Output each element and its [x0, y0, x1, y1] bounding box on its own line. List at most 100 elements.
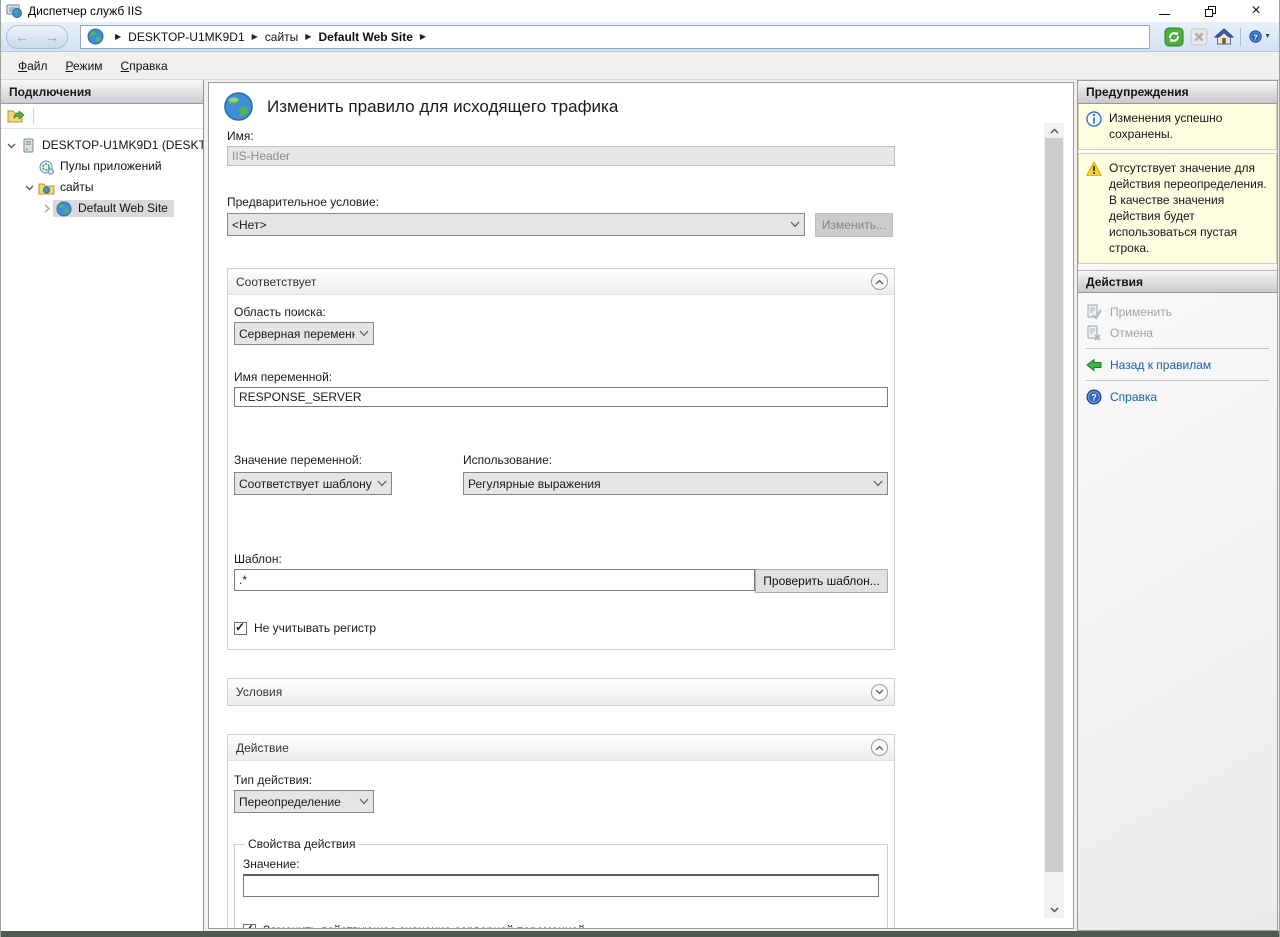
svg-text:?: ? [1091, 392, 1097, 402]
menu-bar: Файл Режим Справка [1, 52, 1279, 80]
scroll-up-icon[interactable] [1044, 123, 1064, 139]
connections-tree: DESKTOP-U1MK9D1 (DESKTOP Пулы приложений [1, 129, 203, 219]
address-toolbar: ? ▼ [1160, 27, 1271, 47]
refresh-icon [1164, 27, 1184, 47]
action-properties-group: Свойства действия Значение: Заменить дей… [234, 837, 888, 929]
back-to-rules-action[interactable]: Назад к правилам [1086, 354, 1271, 375]
actions-separator [1086, 380, 1269, 381]
ignore-case-checkbox[interactable] [234, 622, 247, 635]
collapse-expander-icon[interactable] [23, 181, 35, 195]
pattern-input[interactable]: .* [234, 569, 755, 591]
tree-item-label[interactable]: Default Web Site [76, 200, 172, 217]
conditions-section-header[interactable]: Условия [228, 679, 894, 705]
conditions-section-title: Условия [236, 685, 871, 699]
tree-item-server[interactable]: DESKTOP-U1MK9D1 (DESKTOP [1, 135, 203, 156]
breadcrumb-item-current[interactable]: Default Web Site [318, 30, 412, 44]
menu-view[interactable]: Режим [57, 55, 112, 77]
breadcrumb-item-server[interactable]: DESKTOP-U1MK9D1 [128, 30, 244, 44]
toolbar-separator [33, 108, 34, 124]
test-pattern-button[interactable]: Проверить шаблон... [755, 569, 888, 593]
replace-label: Заменить действующее значение серверной … [263, 923, 585, 929]
name-input: IIS-Header [227, 146, 895, 166]
menu-help[interactable]: Справка [112, 55, 177, 77]
window-bottom-edge [1, 931, 1279, 937]
chevron-down-icon [873, 480, 883, 487]
using-select[interactable]: Регулярные выражения [463, 472, 888, 495]
match-section-body: Область поиска: Серверная переменн Имя п… [228, 305, 894, 635]
replace-checkrow[interactable]: Заменить действующее значение серверной … [243, 923, 879, 929]
breadcrumb[interactable]: ▶ DESKTOP-U1MK9D1 ▶ сайты ▶ Default Web … [80, 25, 1150, 49]
value-input[interactable] [243, 874, 879, 897]
match-section: Соответствует Область поиска: Серверная … [227, 268, 895, 650]
actions-header: Действия [1078, 270, 1277, 293]
help-action[interactable]: ? Справка [1086, 386, 1271, 407]
cancel-icon [1086, 325, 1102, 341]
scope-select[interactable]: Серверная переменн [234, 322, 374, 345]
warning-notice: Отсутствует значение для действия переоп… [1078, 153, 1277, 264]
back-icon[interactable]: ← [15, 30, 29, 44]
help-icon: ? [1086, 389, 1102, 405]
help-label[interactable]: Справка [1110, 390, 1157, 404]
warning-icon [1086, 161, 1102, 177]
refresh-button[interactable] [1163, 27, 1185, 47]
tree-item-app-pools[interactable]: Пулы приложений [1, 156, 203, 177]
action-properties-legend: Свойства действия [245, 837, 358, 851]
collapse-expander-icon[interactable] [5, 139, 17, 153]
variable-value-select[interactable]: Соответствует шаблону [234, 472, 392, 495]
info-icon [1086, 111, 1102, 127]
action-section-body: Тип действия: Переопределение Свойства д… [228, 773, 894, 929]
back-to-rules-label[interactable]: Назад к правилам [1110, 358, 1211, 372]
scrollbar-thumb[interactable] [1045, 138, 1063, 872]
tree-item-default-web-site[interactable]: Default Web Site [1, 198, 203, 219]
close-button[interactable]: × [1233, 0, 1279, 22]
selected-tree-row[interactable]: Default Web Site [53, 200, 174, 217]
menu-file[interactable]: Файл [9, 55, 57, 77]
restore-icon [1205, 6, 1216, 17]
variable-name-input[interactable]: RESPONSE_SERVER [234, 387, 888, 407]
match-section-title: Соответствует [236, 275, 871, 289]
rule-form: Имя: IIS-Header Предварительное условие:… [227, 127, 895, 929]
action-type-select[interactable]: Переопределение [234, 790, 374, 813]
actions-list: Применить Отмена Назад к правилам [1078, 293, 1277, 413]
tree-item-label[interactable]: DESKTOP-U1MK9D1 (DESKTOP [40, 137, 204, 154]
warning-notice-text: Отсутствует значение для действия переоп… [1109, 160, 1270, 256]
action-section-header[interactable]: Действие [228, 735, 894, 761]
site-globe-icon [56, 201, 73, 217]
ignore-case-checkrow[interactable]: Не учитывать регистр [234, 621, 888, 635]
stop-icon [1190, 28, 1208, 46]
expand-icon[interactable] [41, 202, 53, 216]
vertical-scrollbar[interactable] [1044, 123, 1064, 918]
iis-manager-window: Диспетчер служб IIS × ← → ▶ DESKTOP-U1MK… [0, 0, 1280, 937]
edit-outbound-rule-panel: Изменить правило для исходящего трафика … [208, 82, 1074, 929]
match-section-header[interactable]: Соответствует [228, 269, 894, 295]
tree-item-sites[interactable]: сайты [1, 177, 203, 198]
collapse-up-icon[interactable] [871, 273, 888, 290]
scroll-down-icon[interactable] [1044, 902, 1064, 918]
chevron-down-icon [359, 798, 369, 805]
tree-item-label[interactable]: сайты [58, 179, 98, 196]
collapse-up-icon[interactable] [871, 739, 888, 756]
pattern-label: Шаблон: [234, 552, 888, 566]
breadcrumb-separator-icon: ▶ [420, 32, 426, 41]
tree-item-label[interactable]: Пулы приложений [58, 158, 166, 175]
close-icon: × [1251, 2, 1260, 20]
restore-button[interactable] [1187, 0, 1233, 22]
forward-icon[interactable]: → [45, 30, 59, 44]
breadcrumb-item-sites[interactable]: сайты [265, 30, 299, 44]
actions-separator [1086, 348, 1269, 349]
help-button[interactable]: ? ▼ [1249, 27, 1271, 47]
save-connection-icon [7, 108, 25, 124]
back-arrow-icon [1086, 357, 1102, 373]
chevron-down-icon [359, 330, 369, 337]
expand-down-icon[interactable] [871, 684, 888, 701]
home-button[interactable] [1213, 27, 1235, 47]
variable-name-label: Имя переменной: [234, 370, 888, 384]
actions-panel: Предупреждения Изменения успешно сохране… [1077, 80, 1278, 931]
minimize-button[interactable] [1141, 0, 1187, 22]
replace-checkbox[interactable] [243, 924, 256, 930]
connections-header: Подключения [1, 80, 203, 104]
save-connection-button[interactable] [5, 106, 27, 126]
precondition-select[interactable]: <Нет> [227, 213, 805, 236]
info-notice-text: Изменения успешно сохранены. [1109, 110, 1270, 142]
apply-label: Применить [1110, 305, 1172, 319]
